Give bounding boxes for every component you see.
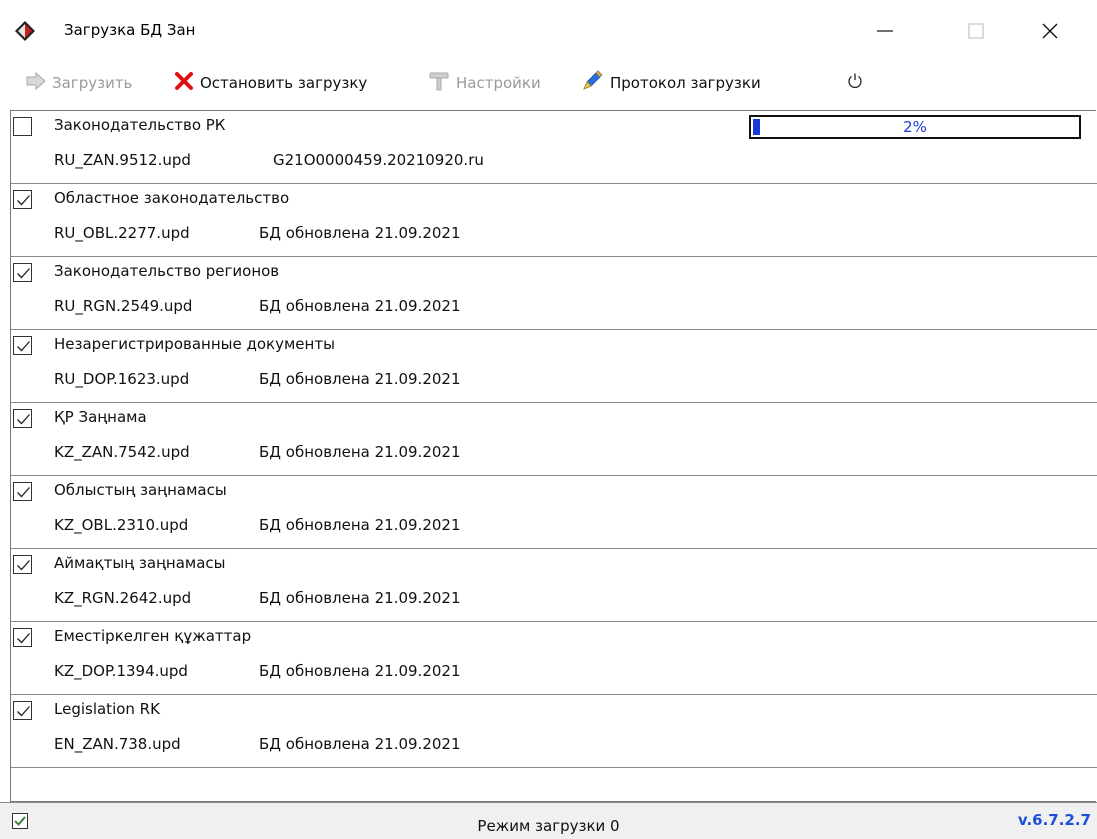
title-bar: Загрузка БД Зан [0, 0, 1097, 58]
item-status: БД обновлена 21.09.2021 [259, 589, 461, 607]
pencil-icon [580, 69, 604, 97]
status-bar: Режим загрузки 0 v.6.7.2.7 [0, 802, 1097, 839]
stop-x-icon [174, 71, 194, 95]
item-title: Областное законодательство [54, 189, 290, 207]
item-title: Legislation RK [54, 700, 160, 718]
toolbar: Загрузить Остановить загрузку Настройки [0, 66, 1097, 100]
item-status: БД обновлена 21.09.2021 [259, 735, 461, 753]
list-item[interactable]: Незарегистрированные документы RU_DOP.162… [11, 330, 1097, 403]
window-title: Загрузка БД Зан [64, 21, 196, 39]
version-text: v.6.7.2.7 [1017, 811, 1091, 829]
power-icon [846, 72, 864, 94]
database-list[interactable]: Законодательство РК RU_ZAN.9512.upd G21O00… [10, 110, 1097, 802]
load-log-button-label: Протокол загрузки [610, 74, 761, 92]
maximize-icon [953, 8, 999, 54]
item-title: Еместіркелген құжаттар [54, 627, 252, 645]
item-file-name: RU_ZAN.9512.upd [54, 151, 191, 169]
load-mode-text: Режим загрузки 0 [477, 817, 620, 835]
item-status: БД обновлена 21.09.2021 [259, 443, 461, 461]
zan-app-icon [14, 20, 36, 42]
item-file-name: KZ_RGN.2642.upd [54, 589, 192, 607]
item-status: БД обновлена 21.09.2021 [259, 662, 461, 680]
load-arrow-icon [26, 71, 46, 95]
list-item[interactable]: Законодательство РК RU_ZAN.9512.upd G21O00… [11, 111, 1097, 184]
close-icon[interactable] [1027, 8, 1073, 54]
settings-button-label: Настройки [456, 74, 541, 92]
load-log-button[interactable]: Протокол загрузки [580, 66, 761, 100]
list-item[interactable]: Законодательство регионов RU_RGN.2549.upd… [11, 257, 1097, 330]
item-title: Аймақтың заңнамасы [54, 554, 226, 572]
item-status: БД обновлена 21.09.2021 [259, 370, 461, 388]
stop-load-button[interactable]: Остановить загрузку [174, 66, 367, 100]
item-checkbox[interactable] [13, 409, 32, 428]
main-window: Загрузка БД Зан Загрузить Остановить заг… [0, 0, 1097, 839]
item-checkbox[interactable] [13, 628, 32, 647]
item-status: БД обновлена 21.09.2021 [259, 516, 461, 534]
list-item[interactable]: Областное законодательство RU_OBL.2277.up… [11, 184, 1097, 257]
list-item[interactable]: Legislation RK EN_ZAN.738.upd БД обновлена… [11, 695, 1097, 768]
item-file-name: KZ_ZAN.7542.upd [54, 443, 190, 461]
list-item[interactable]: Аймақтың заңнамасы KZ_RGN.2642.upd БД обно… [11, 549, 1097, 622]
stop-load-button-label: Остановить загрузку [200, 74, 368, 92]
item-checkbox[interactable] [13, 263, 32, 282]
item-checkbox[interactable] [13, 482, 32, 501]
download-progress-bar: 2% [749, 115, 1081, 139]
item-title: Облыстың заңнамасы [54, 481, 227, 499]
item-title: Законодательство регионов [54, 262, 280, 280]
power-button[interactable] [846, 66, 864, 100]
minimize-icon[interactable] [862, 8, 908, 54]
item-checkbox[interactable] [13, 190, 32, 209]
item-checkbox[interactable] [13, 555, 32, 574]
item-file-name: RU_DOP.1623.upd [54, 370, 190, 388]
settings-wrench-icon [428, 70, 450, 96]
item-status: БД обновлена 21.09.2021 [259, 224, 461, 242]
item-title: Незарегистрированные документы [54, 335, 335, 353]
item-file-name: RU_OBL.2277.upd [54, 224, 190, 242]
load-button[interactable]: Загрузить [26, 66, 132, 100]
item-file-name: EN_ZAN.738.upd [54, 735, 181, 753]
item-checkbox[interactable] [13, 117, 32, 136]
item-file-name: KZ_OBL.2310.upd [54, 516, 189, 534]
load-button-label: Загрузить [52, 74, 133, 92]
item-checkbox[interactable] [13, 701, 32, 720]
item-file-name: RU_RGN.2549.upd [54, 297, 193, 315]
list-item[interactable]: ҚР Заңнама KZ_ZAN.7542.upd БД обновлена 21… [11, 403, 1097, 476]
settings-button[interactable]: Настройки [428, 66, 541, 100]
item-file-name: KZ_DOP.1394.upd [54, 662, 188, 680]
item-checkbox[interactable] [13, 336, 32, 355]
item-status: G21O0000459.20210920.ru [273, 151, 484, 169]
list-item[interactable]: Облыстың заңнамасы KZ_OBL.2310.upd БД обно… [11, 476, 1097, 549]
item-title: Законодательство РК [54, 116, 226, 134]
list-item[interactable]: Еместіркелген құжаттар KZ_DOP.1394.upd БД … [11, 622, 1097, 695]
item-title: ҚР Заңнама [54, 408, 147, 426]
item-status: БД обновлена 21.09.2021 [259, 297, 461, 315]
progress-percent: 2% [903, 118, 927, 136]
